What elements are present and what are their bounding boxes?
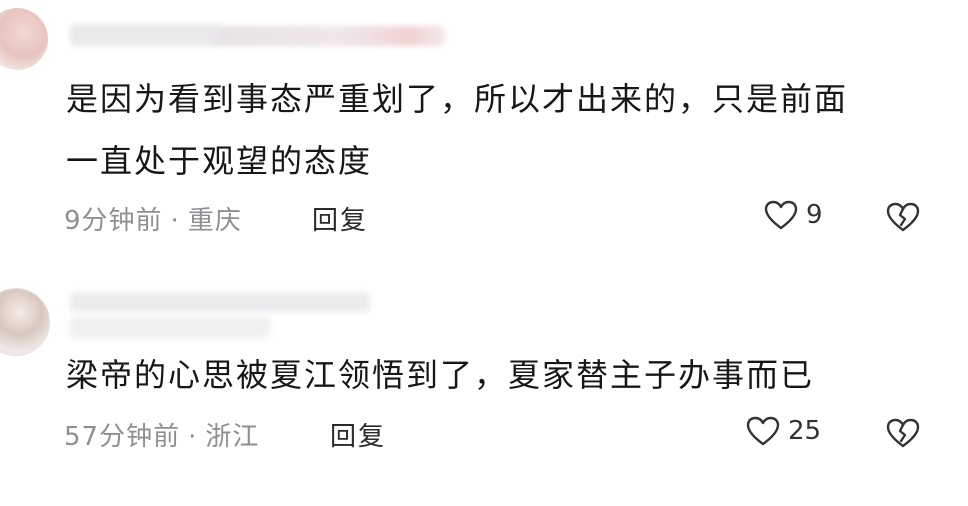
like-button[interactable]: 9 xyxy=(764,200,823,230)
avatar[interactable] xyxy=(0,8,48,70)
comment-text: 是因为看到事态严重划了，所以才出来的，只是前面 一直处于观望的态度 xyxy=(66,68,946,192)
heart-outline-icon xyxy=(746,416,780,446)
broken-heart-icon xyxy=(886,202,920,232)
dislike-button[interactable] xyxy=(886,202,920,232)
meta-separator: · xyxy=(188,422,198,452)
meta-separator: · xyxy=(170,206,180,236)
comment-line: 一直处于观望的态度 xyxy=(66,142,373,180)
user-badge-blurred xyxy=(215,26,445,46)
avatar[interactable] xyxy=(0,288,50,356)
reply-button[interactable]: 回复 xyxy=(312,200,368,237)
like-count: 25 xyxy=(788,416,822,446)
comment-time: 9分钟前 xyxy=(64,206,163,236)
like-button[interactable]: 25 xyxy=(746,416,821,446)
user-badge-blurred xyxy=(70,316,270,338)
heart-outline-icon xyxy=(764,200,798,230)
comment-location: 重庆 xyxy=(187,206,242,236)
broken-heart-icon xyxy=(886,418,920,448)
like-count: 9 xyxy=(806,200,823,230)
comment-time: 57分钟前 xyxy=(64,422,181,452)
username-blurred[interactable] xyxy=(70,24,220,46)
reply-button[interactable]: 回复 xyxy=(330,416,386,453)
comment-line: 梁帝的心思被夏江领悟到了，夏家替主子办事而已 xyxy=(66,356,815,394)
comment-meta: 57分钟前 · 浙江 xyxy=(64,416,259,453)
comment-text: 梁帝的心思被夏江领悟到了，夏家替主子办事而已 xyxy=(66,344,946,406)
dislike-button[interactable] xyxy=(886,418,920,448)
comment-location: 浙江 xyxy=(205,422,260,452)
divider xyxy=(0,270,968,271)
comment-line: 是因为看到事态严重划了，所以才出来的，只是前面 xyxy=(66,80,849,118)
username-blurred[interactable] xyxy=(70,292,370,312)
comment-meta: 9分钟前 · 重庆 xyxy=(64,200,242,237)
comments-page: 是因为看到事态严重划了，所以才出来的，只是前面 一直处于观望的态度 9分钟前 · 重… xyxy=(0,0,968,506)
